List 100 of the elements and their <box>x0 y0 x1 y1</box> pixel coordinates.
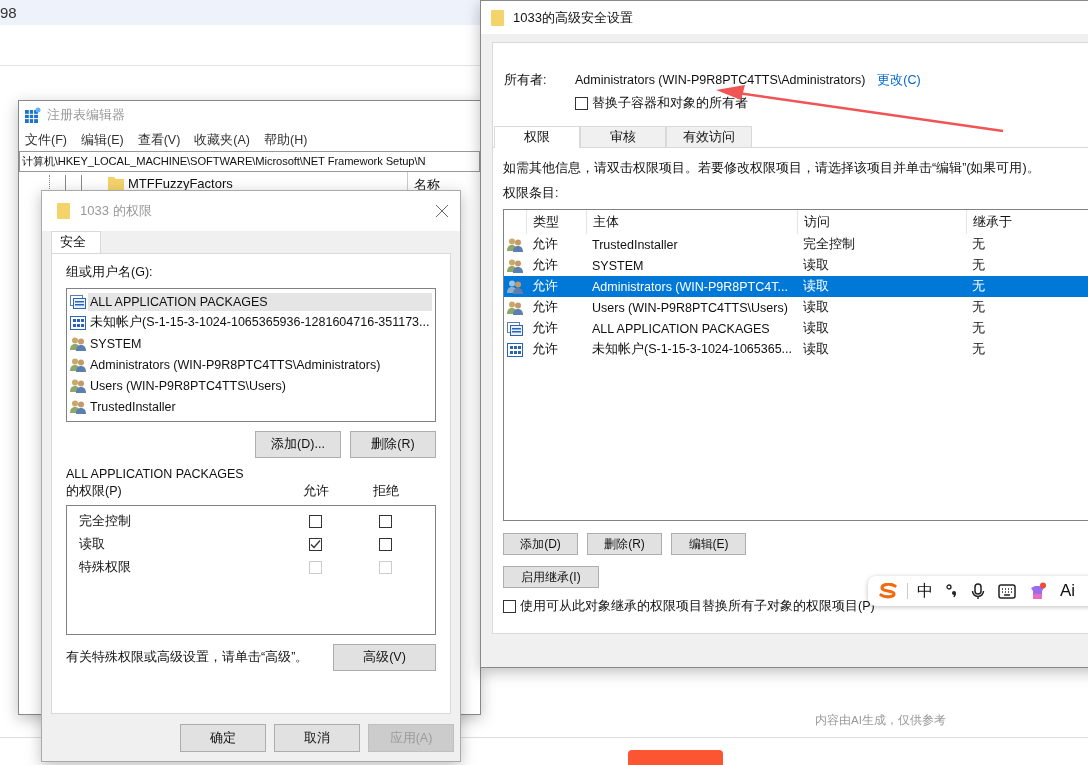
input-mode-toggle[interactable]: 中 <box>917 580 933 602</box>
microphone-icon[interactable] <box>971 582 985 600</box>
menu-item[interactable]: 文件(F) <box>25 131 67 149</box>
owner-label: 所有者: <box>504 71 548 89</box>
table-row[interactable]: 允许 ALL APPLICATION PACKAGES 读取 无 <box>504 318 1088 339</box>
registry-icon <box>25 107 41 123</box>
table-cell-text: 允许 <box>531 236 559 253</box>
table-cell-text: Users (WIN-P9R8PTC4TTS\Users) <box>591 300 789 315</box>
punctuation-icon[interactable] <box>946 584 958 598</box>
dialog-button[interactable]: 确定 <box>180 724 266 752</box>
tab[interactable]: 权限 <box>494 126 580 148</box>
list-item[interactable]: Administrators (WIN-P9R8PTC4TTS\Administrators) <box>88 355 432 374</box>
column-header: 拒绝 <box>372 483 400 500</box>
checkbox[interactable] <box>575 97 588 110</box>
table-cell-text: TrustedInstaller <box>591 237 679 252</box>
list-item[interactable]: 未知帐户(S-1-15-3-1024-1065365936-1281604716-351173... <box>88 312 432 333</box>
table-cell-text: 完全控制 <box>802 236 856 253</box>
permission-name: 特殊权限 <box>79 559 132 576</box>
table-cell-text: 读取 <box>802 341 830 358</box>
checkbox[interactable] <box>308 515 322 528</box>
ai-disclaimer: 内容由AI生成，仅供参考 <box>815 713 946 728</box>
ime-logo-icon <box>878 583 898 599</box>
folder-icon <box>57 203 71 219</box>
checkbox[interactable] <box>308 538 322 551</box>
hint-text: 有关特殊权限或高级设置，请单击“高级”。 <box>66 649 309 666</box>
entry-button[interactable]: 添加(D) <box>503 533 578 555</box>
table-cell-text: 读取 <box>802 278 830 295</box>
table-row[interactable]: 允许 SYSTEM 读取 无 <box>504 255 1088 276</box>
table-cell-text: 无 <box>971 299 986 316</box>
column-header[interactable]: 主体 <box>586 210 797 234</box>
account-icon <box>507 341 523 358</box>
table-cell-text: Administrators (WIN-P9R8PTC4T... <box>591 279 789 294</box>
header-text: 98 <box>0 4 17 21</box>
entry-button[interactable]: 编辑(E) <box>671 533 746 555</box>
menu-item[interactable]: 编辑(E) <box>80 131 124 149</box>
change-link[interactable]: 更改(C) <box>877 71 921 89</box>
users-icon <box>70 356 86 373</box>
permissions-for-label: ALL APPLICATION PACKAGES <box>66 467 244 481</box>
owner-value: Administrators (WIN-P9R8PTC4TTS\Administrators) <box>575 73 866 87</box>
permissions-label: 的权限(P) <box>66 483 123 500</box>
table-cell-text: 无 <box>971 320 986 337</box>
info-text: 如需其他信息，请双击权限项目。若要修改权限项目，请选择该项目并单击“编辑”(如果可用)。 <box>503 160 1041 177</box>
table-cell-text: 读取 <box>802 257 830 274</box>
column-header: 允许 <box>302 483 330 500</box>
dialog-button[interactable]: 删除(R) <box>350 431 436 458</box>
checkbox[interactable] <box>503 600 516 613</box>
package-icon <box>70 293 86 310</box>
table-cell-text: 允许 <box>531 320 559 337</box>
table-cell-text: 允许 <box>531 278 559 295</box>
list-item[interactable]: Users (WIN-P9R8PTC4TTS\Users) <box>88 376 432 395</box>
tab[interactable]: 有效访问 <box>666 126 752 147</box>
table-row[interactable]: 允许 Administrators (WIN-P9R8PTC4T... 读取 无 <box>504 276 1088 297</box>
table-cell-text: 读取 <box>802 320 830 337</box>
table-cell-text: 允许 <box>531 341 559 358</box>
table-cell-text: 未知帐户(S-1-15-3-1024-1065365... <box>591 341 793 358</box>
close-icon[interactable] <box>436 205 448 217</box>
column-header[interactable]: 继承于 <box>966 210 1088 234</box>
menu-item[interactable]: 帮助(H) <box>264 131 308 149</box>
account-icon <box>70 314 86 331</box>
table-row[interactable]: 允许 TrustedInstaller 完全控制 无 <box>504 234 1088 255</box>
permission-name: 读取 <box>79 536 106 553</box>
table-cell-text: 无 <box>971 236 986 253</box>
checkbox[interactable] <box>378 515 392 528</box>
table-cell-text: 无 <box>971 257 986 274</box>
address-field[interactable]: 计算机\HKEY_LOCAL_MACHINE\SOFTWARE\Microsoft\NET Framework Setup\N <box>19 151 480 172</box>
tab[interactable]: 安全 <box>51 231 101 253</box>
users-icon <box>507 257 523 274</box>
table-cell-text: 允许 <box>531 299 559 316</box>
folder-icon <box>491 9 505 26</box>
checkbox[interactable] <box>378 538 392 551</box>
dialog-button[interactable]: 添加(D)... <box>255 431 341 458</box>
menu-item[interactable]: 收藏夹(A) <box>194 131 250 149</box>
table-cell-text: 无 <box>971 278 986 295</box>
list-item[interactable]: SYSTEM <box>88 334 432 353</box>
list-item[interactable]: ALL APPLICATION PACKAGES <box>88 292 432 311</box>
group-label: 组或用户名(G): <box>66 264 153 281</box>
table-cell-text: 无 <box>971 341 986 358</box>
dialog-button[interactable]: 取消 <box>274 724 360 752</box>
column-header[interactable]: 名称 <box>414 177 440 192</box>
entry-button[interactable]: 删除(R) <box>587 533 662 555</box>
inherit-button[interactable]: 启用继承(I) <box>503 566 599 588</box>
column-header[interactable]: 类型 <box>526 210 586 234</box>
dialog-title: 1033 的权限 <box>80 202 153 220</box>
ai-button[interactable]: Ai <box>1060 581 1076 601</box>
table-row[interactable]: 允许 Users (WIN-P9R8PTC4TTS\Users) 读取 无 <box>504 297 1088 318</box>
column-header[interactable]: 访问 <box>797 210 966 234</box>
table-cell-text: SYSTEM <box>591 258 645 273</box>
package-icon <box>507 320 523 337</box>
tree-item[interactable]: MTFFuzzyFactors <box>128 175 233 191</box>
table-row[interactable]: 允许 未知帐户(S-1-15-3-1024-1065365... 读取 无 <box>504 339 1088 360</box>
list-item[interactable]: TrustedInstaller <box>88 397 432 416</box>
tab[interactable]: 审核 <box>580 126 666 147</box>
users-icon <box>70 335 86 352</box>
users-icon <box>70 377 86 394</box>
menu-item[interactable]: 查看(V) <box>137 131 181 149</box>
keyboard-icon[interactable] <box>998 583 1016 599</box>
advanced-button[interactable]: 高级(V) <box>333 644 436 671</box>
entries-label: 权限条目: <box>503 185 560 202</box>
users-icon <box>507 278 523 295</box>
skin-icon[interactable] <box>1029 582 1047 600</box>
